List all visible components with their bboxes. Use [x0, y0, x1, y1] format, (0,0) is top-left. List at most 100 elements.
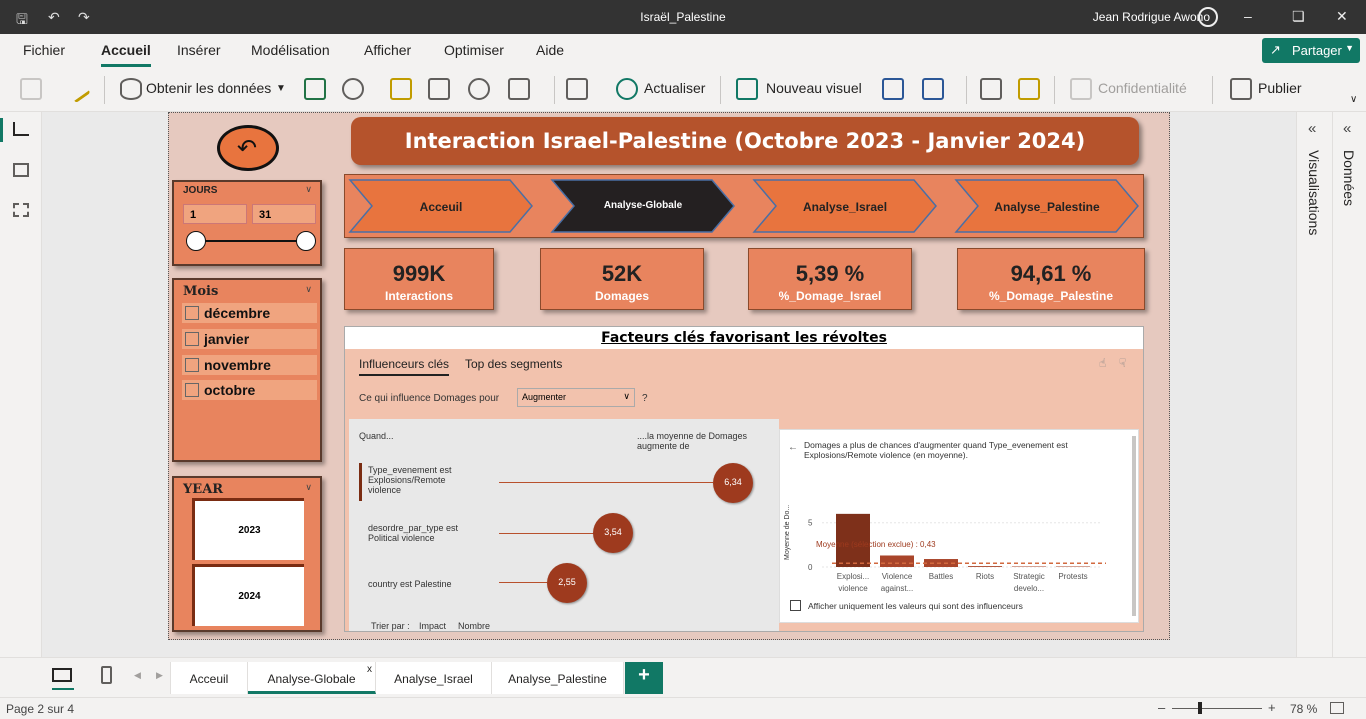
onelake-icon[interactable] [342, 78, 364, 100]
detail-checkbox[interactable] [790, 600, 801, 611]
transform-icon[interactable] [508, 78, 530, 100]
detail-bar[interactable] [1012, 566, 1046, 568]
database-icon[interactable] [120, 78, 142, 100]
close-button[interactable]: ✕ [1336, 8, 1348, 25]
expand-visualizations-icon[interactable]: « [1308, 120, 1316, 137]
tab-key-influencers[interactable]: Influenceurs clés [359, 357, 450, 376]
page-tab-analyse-israel[interactable]: Analyse_Israel [376, 662, 492, 694]
influencer-bubble[interactable]: 3,54 [593, 513, 633, 553]
detail-bar[interactable] [968, 566, 1002, 567]
year-item-2024[interactable]: 2024 [192, 564, 304, 626]
month-item-novembre[interactable]: novembre [182, 355, 317, 375]
question-dropdown[interactable]: Augmenter ∨ [517, 388, 635, 407]
page-tab-acceuil[interactable]: Acceuil [170, 662, 248, 694]
zoom-slider-handle[interactable] [1198, 702, 1202, 714]
tab-accueil[interactable]: Accueil [101, 42, 151, 67]
sort-impact[interactable]: Impact [419, 621, 446, 631]
share-label: Partager [1292, 43, 1342, 58]
publish-button[interactable]: Publier [1258, 80, 1302, 96]
influencer-label[interactable]: Type_evenement est Explosions/Remote vio… [368, 465, 478, 495]
back-arrow-icon[interactable]: ← [788, 442, 798, 453]
format-painter-icon[interactable] [63, 74, 91, 104]
month-slicer-label: Mois [183, 284, 219, 299]
influencer-label[interactable]: desordre_par_type est Political violence [368, 523, 478, 543]
tab-modelisation[interactable]: Modélisation [251, 42, 330, 58]
report-view-icon[interactable] [13, 122, 29, 136]
page-tab-analyse-globale[interactable]: Analyse-Globale x [248, 662, 376, 694]
days-slider-handle-left[interactable] [186, 231, 206, 251]
data-pane-label[interactable]: Données [1341, 150, 1357, 206]
checkbox-icon [185, 383, 199, 397]
days-slider-track [194, 240, 306, 242]
detail-bar[interactable] [880, 555, 914, 567]
refresh-button[interactable]: Actualiser [644, 80, 705, 96]
scroll-left-icon[interactable]: ◀ [134, 670, 141, 681]
nav-analyse-israel[interactable]: Analyse_Israel [770, 178, 920, 234]
days-to-input[interactable]: 31 [252, 204, 316, 224]
kpi-label: %_Domage_Palestine [988, 289, 1114, 303]
zoom-in-icon[interactable]: + [1268, 700, 1276, 715]
table-view-icon[interactable] [13, 163, 29, 177]
month-item-decembre[interactable]: décembre [182, 303, 317, 323]
text-box-icon[interactable] [882, 78, 904, 100]
nav-analyse-globale[interactable]: Analyse-Globale [568, 178, 718, 234]
scroll-right-icon[interactable]: ▶ [156, 670, 163, 681]
avatar[interactable] [1198, 7, 1218, 27]
sort-count[interactable]: Nombre [458, 621, 490, 631]
page-tab-analyse-palestine[interactable]: Analyse_Palestine [492, 662, 624, 694]
month-item-octobre[interactable]: octobre [182, 380, 317, 400]
tab-afficher[interactable]: Afficher [364, 42, 411, 58]
calculator-icon[interactable] [980, 78, 1002, 100]
zoom-slider-track[interactable] [1172, 708, 1262, 709]
chevron-down-icon: ∨ [305, 184, 312, 194]
quick-measure-icon[interactable] [1018, 78, 1040, 100]
influencer-bubble[interactable]: 2,55 [547, 563, 587, 603]
detail-yaxis: Moyenne de Do... [784, 504, 791, 560]
tab-top-segments[interactable]: Top des segments [465, 357, 562, 371]
excel-icon[interactable] [304, 78, 326, 100]
tab-optimiser[interactable]: Optimiser [444, 42, 504, 58]
model-view-icon[interactable] [13, 203, 29, 217]
add-page-button[interactable]: + [625, 662, 663, 694]
influencer-label[interactable]: country est Palestine [368, 579, 478, 589]
share-button[interactable]: ↗ Partager ▼ [1262, 38, 1360, 63]
days-slider-handle-right[interactable] [296, 231, 316, 251]
publish-icon[interactable] [1230, 78, 1252, 100]
days-from-input[interactable]: 1 [183, 204, 247, 224]
tab-fichier[interactable]: Fichier [23, 42, 65, 58]
recent-sources-icon[interactable] [468, 78, 490, 100]
back-button[interactable]: ↶ [217, 125, 279, 171]
expand-data-icon[interactable]: « [1343, 120, 1351, 137]
scrollbar[interactable] [1132, 436, 1136, 616]
new-visual-button[interactable]: Nouveau visuel [766, 80, 862, 96]
collapse-ribbon-icon[interactable]: ∨ [1350, 94, 1357, 105]
visualizations-pane-label[interactable]: Visualisations [1306, 150, 1322, 235]
tab-inserer[interactable]: Insérer [177, 42, 221, 58]
nav-analyse-palestine[interactable]: Analyse_Palestine [972, 178, 1122, 234]
paste-icon[interactable] [20, 78, 42, 100]
zoom-out-icon[interactable]: – [1158, 700, 1165, 715]
detail-bar[interactable] [1056, 566, 1090, 568]
new-visual-icon[interactable] [736, 78, 758, 100]
refresh-icon[interactable] [616, 78, 638, 100]
desktop-layout-icon[interactable] [52, 668, 72, 682]
mobile-layout-icon[interactable] [101, 666, 112, 684]
user-name: Jean Rodrigue Awono [1092, 10, 1210, 24]
nav-acceuil[interactable]: Acceuil [366, 178, 516, 234]
more-visuals-icon[interactable] [922, 78, 944, 100]
thumbs-down-icon[interactable]: ☟ [1119, 356, 1126, 370]
month-item-janvier[interactable]: janvier [182, 329, 317, 349]
transform-data-icon[interactable] [566, 78, 588, 100]
sort-label: Trier par : [371, 621, 410, 631]
close-tab-icon[interactable]: x [367, 664, 372, 675]
table-icon[interactable] [428, 78, 450, 100]
influencer-bubble[interactable]: 6,34 [713, 463, 753, 503]
get-data-button[interactable]: Obtenir les données [146, 80, 271, 96]
maximize-button[interactable]: ❏ [1292, 8, 1305, 25]
year-item-2023[interactable]: 2023 [192, 498, 304, 560]
tab-aide[interactable]: Aide [536, 42, 564, 58]
thumbs-up-icon[interactable]: ☝ [1099, 356, 1106, 370]
dataverse-icon[interactable] [390, 78, 412, 100]
fit-to-page-icon[interactable] [1330, 702, 1344, 714]
minimize-button[interactable]: – [1244, 8, 1252, 24]
